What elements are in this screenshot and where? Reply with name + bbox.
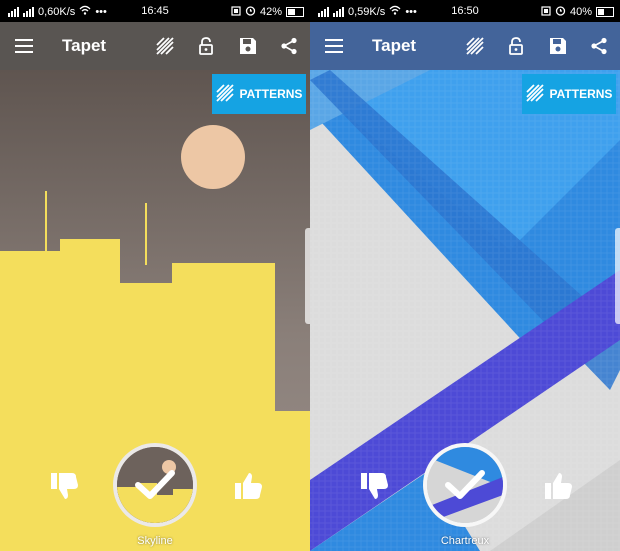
- status-bar: 0,59K/s ••• 16:50 40%: [310, 0, 620, 22]
- thumbs-down-button[interactable]: [47, 469, 81, 503]
- drawer-handle[interactable]: [615, 228, 620, 324]
- thumbs-down-icon: [361, 473, 388, 499]
- patterns-button[interactable]: PATTERNS: [522, 74, 616, 114]
- alarm-icon: [555, 5, 566, 19]
- battery-icon: [596, 7, 614, 17]
- menu-icon[interactable]: [322, 34, 346, 58]
- battery-icon: [286, 7, 304, 17]
- patterns-icon[interactable]: [153, 34, 177, 58]
- patterns-label: PATTERNS: [549, 87, 613, 101]
- screenshot-pair: 0,60K/s ••• 16:45 42% Tapet PATTERNS Sky…: [0, 0, 620, 551]
- thumbs-up-button[interactable]: [541, 469, 575, 503]
- patterns-icon: [215, 83, 234, 105]
- thumbs-up-icon: [545, 473, 572, 499]
- save-icon[interactable]: [236, 34, 260, 58]
- app-toolbar: Tapet: [0, 22, 310, 70]
- share-icon[interactable]: [587, 34, 611, 58]
- menu-icon[interactable]: [12, 34, 36, 58]
- set-wallpaper-button[interactable]: [423, 443, 507, 527]
- patterns-button[interactable]: PATTERNS: [212, 74, 306, 114]
- phone-screen-chartreux: 0,59K/s ••• 16:50 40% Tapet PATTERNS Cha…: [310, 0, 620, 551]
- patterns-label: PATTERNS: [239, 87, 303, 101]
- app-title: Tapet: [372, 36, 417, 55]
- bottom-controls: Skyline: [0, 441, 310, 551]
- phone-screen-skyline: 0,60K/s ••• 16:45 42% Tapet PATTERNS Sky…: [0, 0, 310, 551]
- wallpaper-name: Skyline: [137, 535, 173, 547]
- patterns-icon: [525, 83, 544, 105]
- lock-icon[interactable]: [504, 34, 528, 58]
- battery-percent: 42%: [259, 6, 282, 18]
- battery-percent: 40%: [569, 6, 592, 18]
- drawer-handle[interactable]: [305, 228, 310, 324]
- check-icon: [135, 470, 175, 499]
- share-icon[interactable]: [277, 34, 301, 58]
- patterns-icon[interactable]: [463, 34, 487, 58]
- notification-icon: [231, 5, 241, 19]
- app-title: Tapet: [62, 36, 107, 55]
- check-icon: [445, 470, 485, 499]
- thumbs-up-icon: [235, 473, 262, 499]
- notification-icon: [541, 5, 551, 19]
- thumbs-down-button[interactable]: [357, 469, 391, 503]
- bottom-controls: Chartreux: [310, 441, 620, 551]
- lock-icon[interactable]: [194, 34, 218, 58]
- thumbs-up-button[interactable]: [231, 469, 265, 503]
- app-toolbar: Tapet: [310, 22, 620, 70]
- save-icon[interactable]: [546, 34, 570, 58]
- thumbs-down-icon: [51, 473, 78, 499]
- alarm-icon: [245, 5, 256, 19]
- wallpaper-name: Chartreux: [440, 535, 490, 547]
- set-wallpaper-button[interactable]: [113, 443, 197, 527]
- status-bar: 0,60K/s ••• 16:45 42%: [0, 0, 310, 22]
